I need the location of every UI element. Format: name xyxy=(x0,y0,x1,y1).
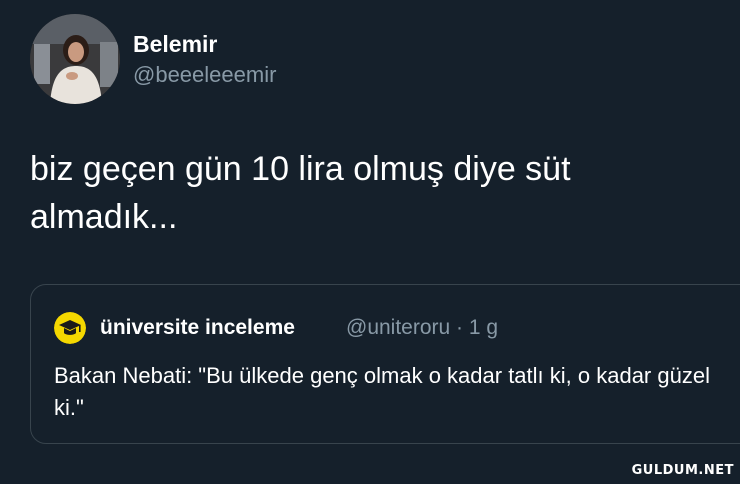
quoted-meta: @uniteroru · 1 g xyxy=(346,314,498,342)
author-avatar[interactable] xyxy=(30,14,120,104)
graduation-cap-icon xyxy=(54,312,86,344)
quoted-author-avatar[interactable] xyxy=(54,312,86,344)
quoted-tweet-age[interactable]: 1 g xyxy=(469,316,498,339)
watermark: GULDUM.NET xyxy=(631,463,734,478)
quoted-tweet[interactable]: üniversite inceleme @uniteroru · 1 g Bak… xyxy=(30,284,740,444)
author-handle[interactable]: @beeeleeemir xyxy=(133,61,276,89)
quoted-author-name[interactable]: üniversite inceleme xyxy=(100,314,295,342)
tweet-text: biz geçen gün 10 lira olmuş diye süt alm… xyxy=(30,150,571,236)
quoted-tweet-text: Bakan Nebati: "Bu ülkede genç olmak o ka… xyxy=(54,363,710,420)
profile-photo-icon xyxy=(30,14,120,104)
meta-separator: · xyxy=(456,316,464,339)
author-display-name[interactable]: Belemir xyxy=(133,30,217,58)
quoted-author-handle[interactable]: @uniteroru xyxy=(346,316,450,339)
tweet-card: Belemir @beeeleeemir biz geçen gün 10 li… xyxy=(0,0,740,484)
